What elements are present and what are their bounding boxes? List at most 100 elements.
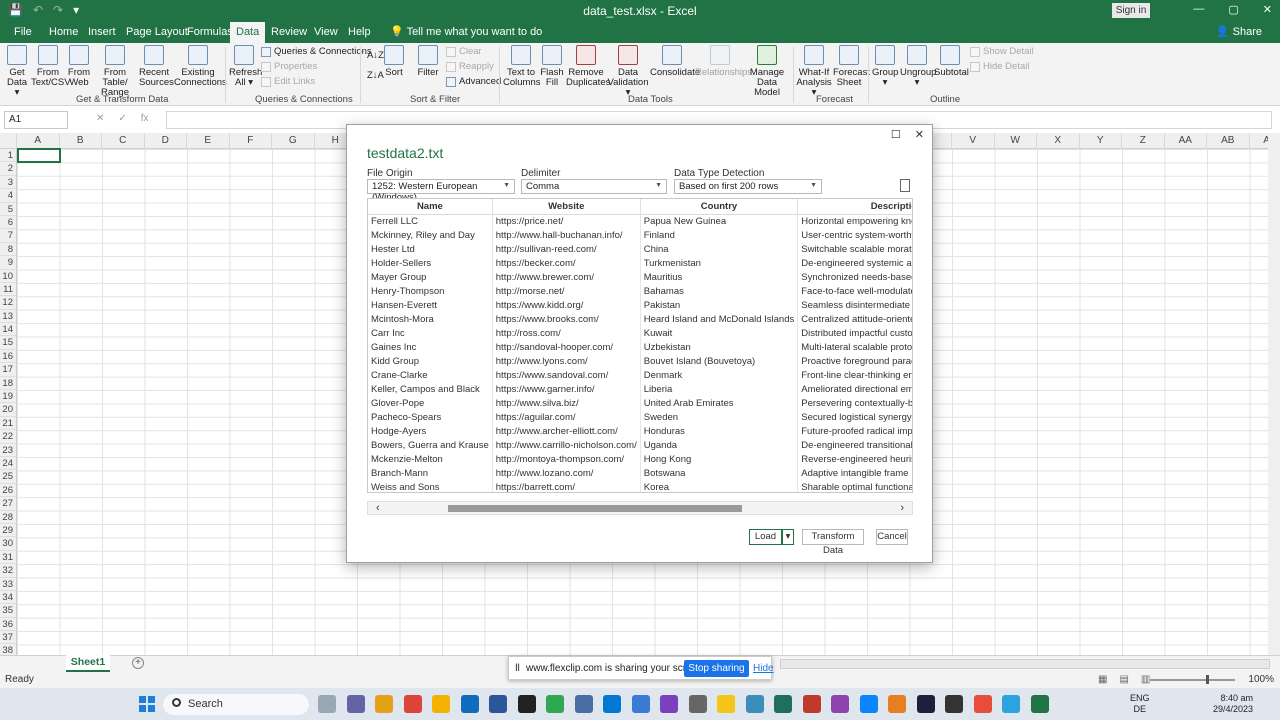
row-header[interactable]: 4 xyxy=(0,189,16,203)
row-header[interactable]: 27 xyxy=(0,497,16,511)
what-if-analysis-button[interactable]: What-If Analysis ▾ xyxy=(796,45,832,98)
vscode-icon[interactable] xyxy=(603,695,621,713)
column-header[interactable]: Z xyxy=(1122,133,1165,149)
tab-review[interactable]: Review xyxy=(265,22,313,43)
cancel-button[interactable]: Cancel xyxy=(876,529,908,545)
name-box[interactable]: A1 xyxy=(4,111,68,129)
row-header[interactable]: 10 xyxy=(0,270,16,283)
row-header[interactable]: 28 xyxy=(0,511,16,524)
row-header[interactable]: 34 xyxy=(0,591,16,605)
get-data-button[interactable]: Get Data ▾ xyxy=(4,45,30,98)
chrome-icon[interactable] xyxy=(403,695,422,713)
notes-icon[interactable] xyxy=(717,695,735,713)
manage-data-model-button[interactable]: Manage Data Model xyxy=(745,45,789,98)
row-header[interactable]: 29 xyxy=(0,524,16,538)
share-button[interactable]: 👤 Share xyxy=(1216,22,1262,43)
row-header[interactable]: 3 xyxy=(0,176,16,190)
file-settings-icon[interactable] xyxy=(900,179,910,192)
preview-horizontal-scrollbar[interactable]: ‹ › xyxy=(367,501,913,515)
cancel-formula-icon[interactable]: ✕ xyxy=(96,113,104,124)
row-header[interactable]: 17 xyxy=(0,363,16,377)
app-tile-icon[interactable] xyxy=(631,695,650,713)
scrollbar-thumb[interactable] xyxy=(448,505,742,512)
row-header[interactable]: 38 xyxy=(0,644,16,655)
from-web-button[interactable]: From Web xyxy=(67,45,91,88)
app-orange-icon[interactable] xyxy=(973,695,992,713)
relationships-button[interactable]: Relationships xyxy=(695,45,752,78)
close-icon[interactable]: ✕ xyxy=(1263,3,1272,16)
input-language[interactable]: ENG DE xyxy=(1130,693,1150,715)
column-header[interactable]: W xyxy=(995,133,1037,149)
photos-icon[interactable] xyxy=(745,695,764,713)
text-to-columns-button[interactable]: Text to Columns xyxy=(503,45,541,88)
sort-button[interactable]: Sort xyxy=(383,45,405,78)
column-header[interactable]: A xyxy=(17,133,60,149)
windows-start-icon[interactable] xyxy=(139,696,155,712)
column-header[interactable]: F xyxy=(230,133,272,149)
premiere-icon[interactable] xyxy=(916,695,935,713)
horizontal-scrollbar[interactable] xyxy=(780,659,1270,669)
group-button[interactable]: Group ▾ xyxy=(872,45,898,88)
maximize-icon[interactable]: ☐ xyxy=(891,128,901,141)
reapply-button[interactable]: Reapply xyxy=(446,62,494,72)
row-header[interactable]: 13 xyxy=(0,310,16,324)
column-header[interactable]: AC xyxy=(1250,133,1268,149)
delimiter-select[interactable]: Comma ▼ xyxy=(521,179,667,194)
column-header[interactable]: AB xyxy=(1207,133,1250,149)
app-purple-icon[interactable] xyxy=(831,695,849,713)
row-header[interactable]: 30 xyxy=(0,537,16,551)
row-header[interactable]: 8 xyxy=(0,243,16,257)
row-header[interactable]: 24 xyxy=(0,457,16,471)
ungroup-button[interactable]: Ungroup ▾ xyxy=(900,45,936,88)
row-header[interactable]: 35 xyxy=(0,604,16,618)
scroll-left-icon[interactable]: ‹ xyxy=(376,502,380,514)
add-sheet-button[interactable]: + xyxy=(132,657,144,669)
column-header[interactable]: AA xyxy=(1165,133,1207,149)
row-header[interactable]: 2 xyxy=(0,162,16,176)
data-preview-table[interactable]: NameWebsiteCountryDescriptionFounded Fer… xyxy=(367,198,913,493)
properties-button[interactable]: Properties xyxy=(261,62,317,72)
preview-column-header[interactable]: Description xyxy=(797,199,912,215)
column-header[interactable]: Y xyxy=(1080,133,1122,149)
consolidate-button[interactable]: Consolidate xyxy=(650,45,700,78)
clear-button[interactable]: Clear xyxy=(446,47,482,57)
advanced-button[interactable]: Advanced xyxy=(446,77,501,87)
row-header[interactable]: 21 xyxy=(0,417,16,431)
row-header[interactable]: 37 xyxy=(0,631,16,645)
column-header[interactable]: B xyxy=(60,133,102,149)
forecast-sheet-button[interactable]: Forecast Sheet xyxy=(833,45,870,88)
row-header[interactable]: 11 xyxy=(0,283,16,297)
data-validation-button[interactable]: Data Validation ▾ xyxy=(607,45,649,98)
preview-column-header[interactable]: Country xyxy=(640,199,799,215)
sign-in-button[interactable]: Sign in xyxy=(1112,3,1150,18)
zoom-slider[interactable] xyxy=(1150,679,1235,681)
normal-view-icon[interactable]: ▦ xyxy=(1098,674,1107,685)
row-header[interactable]: 1 xyxy=(0,149,16,163)
zoom-level[interactable]: 100% xyxy=(1248,674,1274,685)
select-all-corner[interactable] xyxy=(0,133,17,149)
filter-button[interactable]: Filter xyxy=(416,45,440,78)
app-dark-icon[interactable] xyxy=(945,695,963,713)
detection-select[interactable]: Based on first 200 rows ▼ xyxy=(674,179,822,194)
selected-cell-a1[interactable] xyxy=(17,148,61,163)
column-header[interactable]: E xyxy=(187,133,230,149)
flash-fill-button[interactable]: Flash Fill xyxy=(540,45,564,88)
tell-me-search[interactable]: 💡 Tell me what you want to do xyxy=(384,22,548,43)
dialog-close-icon[interactable]: ✕ xyxy=(915,128,924,141)
edge-icon[interactable] xyxy=(859,695,878,713)
existing-connections-button[interactable]: Existing Connections xyxy=(174,45,227,88)
refresh-all-button[interactable]: Refresh All ▾ xyxy=(229,45,262,88)
row-header[interactable]: 32 xyxy=(0,564,16,578)
row-header[interactable]: 12 xyxy=(0,296,16,310)
enter-formula-icon[interactable]: ✓ xyxy=(118,113,126,124)
tab-insert[interactable]: Insert xyxy=(82,22,122,43)
row-header[interactable]: 26 xyxy=(0,484,16,498)
hide-banner-link[interactable]: Hide xyxy=(753,663,774,674)
row-header[interactable]: 31 xyxy=(0,551,16,565)
from-text-csv-button[interactable]: From Text/CSV xyxy=(31,45,71,88)
row-header[interactable]: 16 xyxy=(0,350,16,364)
column-header[interactable]: C xyxy=(102,133,145,149)
preview-column-header[interactable]: Name xyxy=(368,199,493,215)
row-header[interactable]: 36 xyxy=(0,618,16,632)
queries-connections-button[interactable]: Queries & Connections xyxy=(261,47,372,57)
